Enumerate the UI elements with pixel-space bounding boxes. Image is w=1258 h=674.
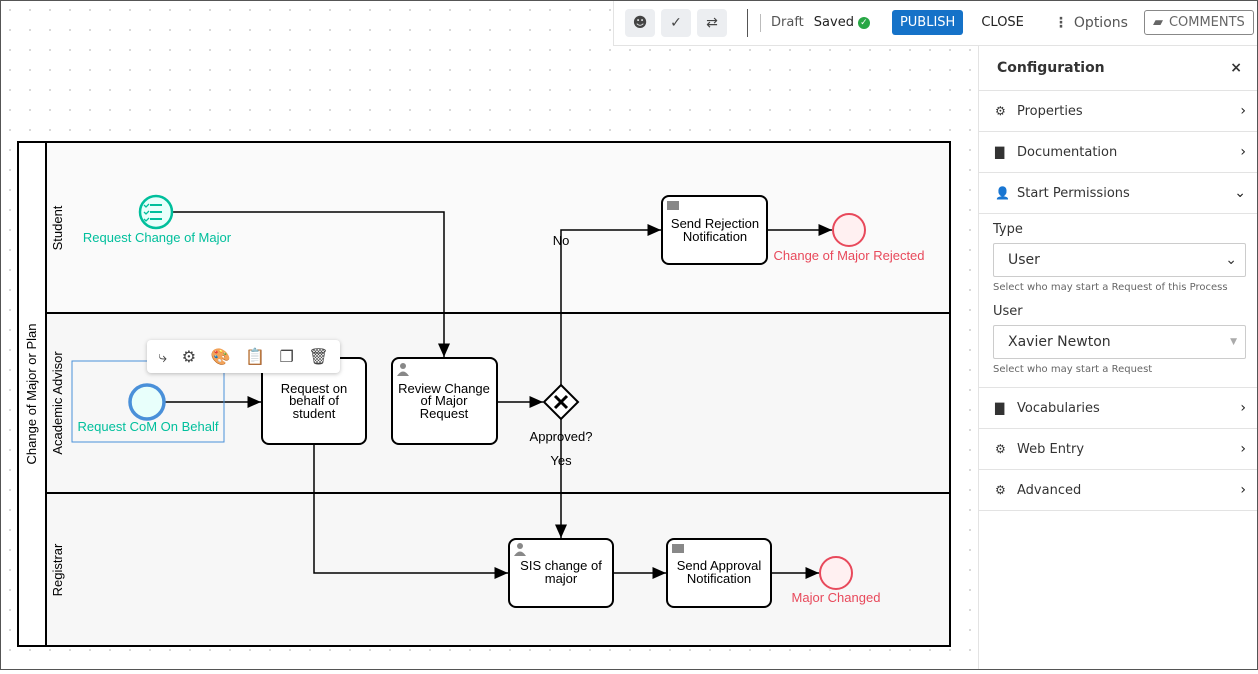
svg-text:Approved?: Approved?: [530, 429, 593, 444]
panel-title: Configuration: [997, 60, 1105, 76]
connector-icon[interactable]: ⤷: [158, 347, 167, 367]
element-context-toolbar: ⤷ ⚙ 🎨 📋 ❐ 🗑: [147, 340, 340, 373]
bpmn-diagram[interactable]: Change of Major or Plan Student Academic…: [0, 0, 978, 670]
chevron-right-icon: ›: [1240, 103, 1246, 119]
user-lock-icon: 👤: [995, 186, 1010, 200]
gear-icon: ⚙: [995, 104, 1006, 118]
flow-label-no: No: [553, 233, 570, 248]
options-button[interactable]: ⋮ Options: [1054, 15, 1128, 31]
task-review-change[interactable]: Review Change of Major Request: [391, 357, 498, 445]
chevron-right-icon: ›: [1240, 482, 1246, 498]
chevron-right-icon: ›: [1240, 441, 1246, 457]
gear-icon: ⚙: [995, 442, 1006, 456]
comments-button[interactable]: ▰ COMMENTS: [1143, 10, 1254, 35]
draft-status: Draft: [771, 15, 804, 30]
lane-label-advisor: Academic Advisor: [50, 351, 65, 455]
svg-text:Request Change of Major: Request Change of Major: [83, 230, 232, 245]
start-permissions-form: Type User ⌄ Select who may start a Reques…: [979, 214, 1258, 388]
top-toolbar: ☻ ✓ ⇄ Draft Saved ✓ PUBLISH CLOSE ⋮ Option…: [613, 0, 1258, 46]
comment-icon: ▰: [1152, 15, 1163, 30]
lane-label-registrar: Registrar: [50, 543, 65, 596]
svg-text:Change of Major Rejected: Change of Major Rejected: [773, 248, 924, 263]
check-circle-icon: ✓: [857, 16, 870, 29]
section-documentation[interactable]: ▇ Documentation ›: [979, 132, 1258, 173]
validate-check-icon[interactable]: ✓: [661, 8, 691, 37]
user-select[interactable]: Xavier Newton ▼: [993, 325, 1246, 359]
svg-text:Major Changed: Major Changed: [792, 590, 881, 605]
kebab-icon: ⋮: [1053, 14, 1068, 31]
copy-icon[interactable]: ❐: [280, 347, 294, 366]
section-web-entry[interactable]: ⚙ Web Entry ›: [979, 429, 1258, 470]
type-select[interactable]: User ⌄: [993, 243, 1246, 277]
palette-icon[interactable]: 🎨: [211, 347, 231, 366]
pool-label: Change of Major or Plan: [24, 324, 39, 465]
clipboard-icon[interactable]: 📋: [245, 347, 265, 366]
chevron-down-icon: ⌄: [1234, 185, 1246, 201]
lane-student[interactable]: [45, 141, 951, 314]
gears-icon: ⚙: [995, 483, 1006, 497]
task-send-approval[interactable]: Send Approval Notification: [666, 538, 772, 608]
chevron-right-icon: ›: [1240, 400, 1246, 416]
publish-button[interactable]: PUBLISH: [891, 10, 964, 35]
close-button[interactable]: CLOSE: [981, 15, 1024, 30]
task-sis-change[interactable]: SIS change of major: [508, 538, 614, 608]
chevron-right-icon: ›: [1240, 144, 1246, 160]
book-icon: ▇: [995, 145, 1005, 159]
section-vocabularies[interactable]: ▇ Vocabularies ›: [979, 388, 1258, 429]
diagram-canvas[interactable]: Change of Major or Plan Student Academic…: [0, 0, 978, 670]
lane-label-student: Student: [50, 205, 65, 250]
svg-text:Send ApprovalNotification: Send Approval Notification: [677, 558, 762, 586]
configuration-panel: Configuration × ⚙ Properties › ▇ Documentati…: [978, 46, 1258, 670]
envelope-icon: [667, 201, 679, 210]
chevron-down-icon: ⌄: [1225, 252, 1237, 268]
book-icon: ▇: [995, 401, 1005, 415]
caret-down-icon: ▼: [1230, 337, 1237, 347]
section-start-permissions[interactable]: 👤 Start Permissions ⌄: [979, 173, 1258, 214]
svg-text:Send RejectionNotification: Send Rejection Notification: [671, 216, 759, 244]
svg-text:Request CoM On Behalf: Request CoM On Behalf: [78, 419, 219, 434]
section-properties[interactable]: ⚙ Properties ›: [979, 91, 1258, 132]
saved-status: Saved ✓: [814, 15, 870, 30]
lane-registrar[interactable]: [45, 492, 951, 647]
sync-icon[interactable]: ⇄: [697, 8, 727, 37]
robot-icon[interactable]: ☻: [625, 8, 655, 37]
envelope-icon: [672, 544, 684, 553]
trash-icon[interactable]: 🗑: [308, 347, 328, 366]
gear-icon[interactable]: ⚙: [182, 347, 196, 366]
section-advanced[interactable]: ⚙ Advanced ›: [979, 470, 1258, 511]
close-icon[interactable]: ×: [1230, 60, 1242, 76]
flow-label-yes: Yes: [550, 453, 572, 468]
task-send-rejection[interactable]: Send Rejection Notification: [661, 195, 768, 265]
